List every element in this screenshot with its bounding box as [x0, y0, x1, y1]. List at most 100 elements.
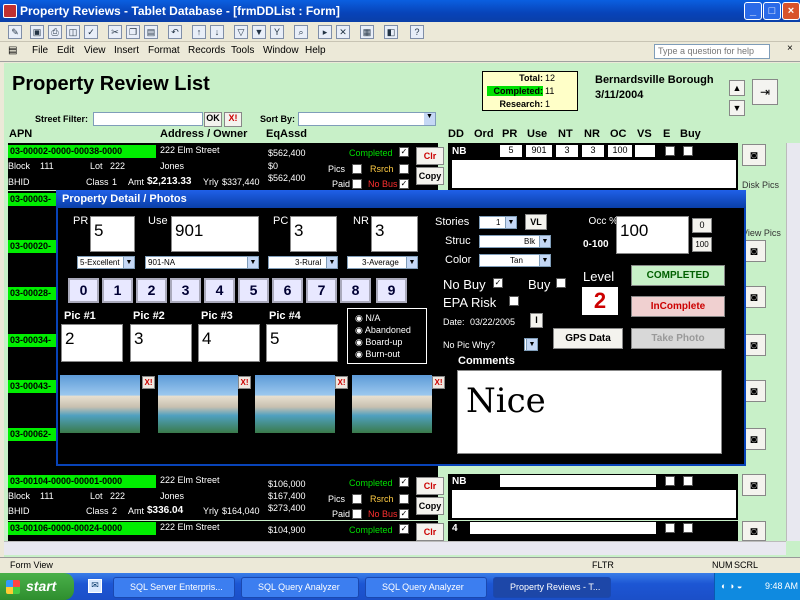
pic2-input[interactable]: 3: [130, 324, 192, 362]
pic4-input[interactable]: 5: [266, 324, 338, 362]
nav-down-icon[interactable]: ▼: [729, 100, 745, 116]
property-photo-4[interactable]: [352, 375, 432, 433]
digit-7-button[interactable]: 7: [306, 278, 337, 303]
copy-row-button[interactable]: Copy: [416, 167, 444, 185]
rsrch-checkbox[interactable]: [399, 164, 409, 174]
copy-row-button[interactable]: Copy: [416, 497, 444, 515]
digit-5-button[interactable]: 5: [238, 278, 269, 303]
new-object-icon[interactable]: ◧: [384, 25, 398, 39]
apn-field[interactable]: 03-00043-: [8, 380, 56, 393]
incomplete-button[interactable]: InComplete: [631, 296, 725, 317]
buy-checkbox[interactable]: [556, 278, 566, 288]
delete-record-icon[interactable]: ✕: [336, 25, 350, 39]
quick-launch-icon[interactable]: ✉: [88, 579, 102, 593]
stories-select[interactable]: 1 ▼: [479, 216, 517, 229]
no-buy-checkbox[interactable]: ✓: [493, 278, 503, 288]
undo-icon[interactable]: ↶: [168, 25, 182, 39]
buy-checkbox[interactable]: [683, 146, 693, 156]
apn-field[interactable]: 03-00034-: [8, 334, 56, 347]
cut-icon[interactable]: ✂: [108, 25, 122, 39]
buy-checkbox[interactable]: [683, 476, 693, 486]
completed-checkbox[interactable]: ✓: [399, 524, 409, 534]
no-bus-checkbox[interactable]: ✓: [399, 179, 409, 189]
task-query-analyzer-1[interactable]: SQL Query Analyzer: [241, 577, 359, 598]
row-comment-field[interactable]: [452, 160, 736, 188]
pc-input[interactable]: 3: [290, 216, 337, 252]
take-photo-button[interactable]: Take Photo: [631, 328, 725, 349]
filter-ok-button[interactable]: OK: [204, 112, 222, 127]
completed-checkbox[interactable]: ✓: [399, 147, 409, 157]
use-input[interactable]: 901: [171, 216, 259, 252]
apn-field[interactable]: 03-00003-: [8, 193, 56, 206]
task-query-analyzer-2[interactable]: SQL Query Analyzer: [365, 577, 487, 598]
task-sql-server[interactable]: SQL Server Enterpris...: [113, 577, 235, 598]
occ-input[interactable]: 100: [616, 216, 689, 254]
horizontal-scrollbar[interactable]: [4, 541, 786, 555]
digit-4-button[interactable]: 4: [204, 278, 235, 303]
vl-button[interactable]: VL: [525, 214, 547, 230]
epa-risk-checkbox[interactable]: [509, 296, 519, 306]
pics-checkbox[interactable]: [352, 494, 362, 504]
property-photo-1[interactable]: [60, 375, 140, 433]
nr-select[interactable]: 3-Average ▼: [347, 256, 418, 269]
sort-desc-icon[interactable]: ↓: [210, 25, 224, 39]
exit-door-icon[interactable]: ⇥: [752, 79, 778, 105]
date-button[interactable]: I: [530, 313, 543, 328]
pr-input[interactable]: 5: [90, 216, 135, 252]
menu-view[interactable]: View: [84, 45, 106, 56]
save-icon[interactable]: ▣: [30, 25, 44, 39]
spelling-icon[interactable]: ✓: [84, 25, 98, 39]
copy-icon[interactable]: ❐: [126, 25, 140, 39]
radio-abandoned[interactable]: ◉ Abandoned: [355, 325, 411, 336]
vs-field[interactable]: [635, 145, 655, 157]
design-view-icon[interactable]: ✎: [8, 25, 22, 39]
apn-field[interactable]: 03-00104-0000-00001-0000: [8, 475, 156, 488]
menu-tools[interactable]: Tools: [231, 45, 254, 56]
completed-button[interactable]: COMPLETED: [631, 265, 725, 286]
menu-records[interactable]: Records: [188, 45, 225, 56]
digit-1-button[interactable]: 1: [102, 278, 133, 303]
help-icon[interactable]: ?: [410, 25, 424, 39]
struc-select[interactable]: Blk ▼: [479, 235, 551, 248]
digit-3-button[interactable]: 3: [170, 278, 201, 303]
clear-photo-1-button[interactable]: X!: [142, 376, 155, 389]
occ-hundred-button[interactable]: 100: [692, 237, 712, 252]
menu-insert[interactable]: Insert: [114, 45, 139, 56]
sort-by-select[interactable]: ▼: [298, 112, 436, 126]
menu-format[interactable]: Format: [148, 45, 180, 56]
nr-field[interactable]: 3: [582, 145, 604, 157]
radio-board-up[interactable]: ◉ Board-up: [355, 337, 402, 348]
property-photo-3[interactable]: [255, 375, 335, 433]
apn-field[interactable]: 03-00028-: [8, 287, 56, 300]
row-code-fields[interactable]: [470, 522, 656, 534]
pr-select[interactable]: 5-Excellent ▼: [77, 256, 135, 269]
street-filter-input[interactable]: [93, 112, 203, 126]
clear-photo-3-button[interactable]: X!: [335, 376, 348, 389]
pc-select[interactable]: 3-Rural ▼: [268, 256, 338, 269]
clear-row-button[interactable]: Clr: [416, 147, 444, 165]
use-select[interactable]: 901-NA ▼: [145, 256, 259, 269]
clear-row-button[interactable]: Clr: [416, 477, 444, 495]
close-button[interactable]: ×: [782, 2, 800, 20]
pics-checkbox[interactable]: [352, 164, 362, 174]
database-window-icon[interactable]: ▦: [360, 25, 374, 39]
property-photo-2[interactable]: [158, 375, 238, 433]
clear-row-button[interactable]: Clr: [416, 523, 444, 541]
e-checkbox[interactable]: [665, 476, 675, 486]
apn-field[interactable]: 03-00106-0000-00024-0000: [8, 522, 156, 535]
comments-textarea[interactable]: Nice: [457, 370, 722, 454]
digit-0-button[interactable]: 0: [68, 278, 99, 303]
apn-field[interactable]: 03-00002-0000-00038-0000: [8, 145, 156, 158]
use-field[interactable]: 901: [526, 145, 552, 157]
close-form-icon[interactable]: ×: [787, 43, 793, 54]
clear-photo-2-button[interactable]: X!: [238, 376, 251, 389]
menu-window[interactable]: Window: [263, 45, 299, 56]
digit-6-button[interactable]: 6: [272, 278, 303, 303]
paid-checkbox[interactable]: [352, 509, 362, 519]
pr-field[interactable]: 5: [500, 145, 522, 157]
buy-checkbox[interactable]: [683, 523, 693, 533]
apn-field[interactable]: 03-00020-: [8, 240, 56, 253]
digit-8-button[interactable]: 8: [340, 278, 371, 303]
filter-form-icon[interactable]: ▼: [252, 25, 266, 39]
maximize-button[interactable]: □: [763, 2, 781, 20]
